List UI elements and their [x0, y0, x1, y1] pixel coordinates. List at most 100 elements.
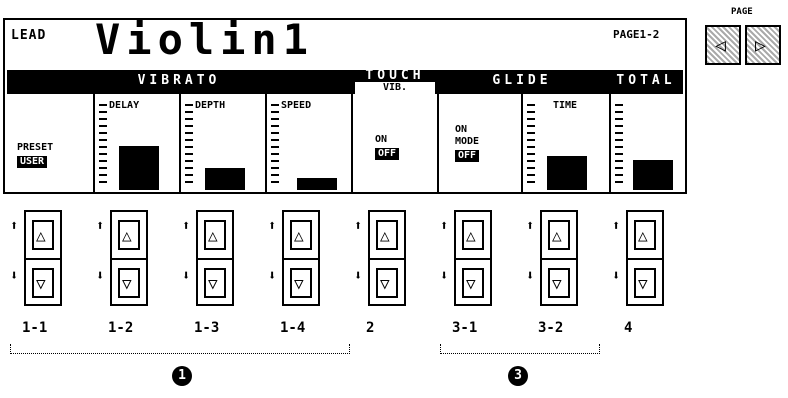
control-number-label: 4 [624, 320, 633, 336]
total-panel [609, 94, 685, 192]
vibrato-preset-panel: PRESET USER [7, 94, 93, 192]
up-button[interactable]: △ [634, 220, 656, 250]
control-divider [112, 258, 146, 260]
down-triangle-icon: ▽ [380, 274, 390, 293]
control-number-label: 2 [366, 320, 375, 336]
right-arrow-icon: ▷ [755, 35, 766, 56]
section-total: TOTAL [616, 73, 676, 88]
control-divider [26, 258, 60, 260]
down-triangle-icon: ▽ [638, 274, 648, 293]
up-button[interactable]: △ [462, 220, 484, 250]
up-triangle-icon: △ [122, 226, 132, 245]
glide-mode-value: OFF [455, 150, 480, 162]
up-arrow-icon: ⬆ [526, 218, 535, 234]
section-vibrato: VIBRATO [137, 73, 221, 88]
group1-bracket [10, 344, 350, 354]
control-button-4: ⬆ ⬇ △ ▽ [612, 210, 664, 306]
up-arrow-icon: ⬆ [182, 218, 191, 234]
speed-bar [297, 178, 337, 190]
down-button[interactable]: ▽ [548, 268, 570, 298]
up-button[interactable]: △ [548, 220, 570, 250]
up-triangle-icon: △ [638, 226, 648, 245]
page-caption: PAGE [731, 7, 753, 17]
glide-on-label: ON [455, 124, 468, 135]
down-arrow-icon: ⬇ [526, 268, 535, 284]
lead-label: LEAD [11, 28, 47, 43]
control-button-1-2: ⬆ ⬇ △ ▽ [96, 210, 148, 306]
down-triangle-icon: ▽ [466, 274, 476, 293]
group3-number: 3 [508, 366, 528, 386]
down-arrow-icon: ⬇ [268, 268, 277, 284]
control-number-label: 1-4 [280, 320, 306, 336]
up-button[interactable]: △ [204, 220, 226, 250]
up-triangle-icon: △ [36, 226, 46, 245]
up-arrow-icon: ⬆ [612, 218, 621, 234]
control-button-1-4: ⬆ ⬇ △ ▽ [268, 210, 320, 306]
total-bar [633, 160, 673, 190]
control-box: △ ▽ [282, 210, 320, 306]
up-button[interactable]: △ [376, 220, 398, 250]
page-buttons: PAGE ◁ ▷ [705, 7, 783, 67]
group3-bracket [440, 344, 600, 354]
up-button[interactable]: △ [118, 220, 140, 250]
down-button[interactable]: ▽ [376, 268, 398, 298]
down-arrow-icon: ⬇ [612, 268, 621, 284]
page-right-button[interactable]: ▷ [745, 25, 781, 65]
down-triangle-icon: ▽ [122, 274, 132, 293]
control-button-3-1: ⬆ ⬇ △ ▽ [440, 210, 492, 306]
up-button[interactable]: △ [290, 220, 312, 250]
control-button-2: ⬆ ⬇ △ ▽ [354, 210, 406, 306]
speed-scale [271, 104, 279, 186]
down-button[interactable]: ▽ [118, 268, 140, 298]
up-arrow-icon: ⬆ [268, 218, 277, 234]
up-button[interactable]: △ [32, 220, 54, 250]
down-arrow-icon: ⬇ [96, 268, 105, 284]
touch-on-label: ON [375, 134, 388, 145]
down-button[interactable]: ▽ [32, 268, 54, 298]
depth-scale [185, 104, 193, 186]
control-number-label: 1-3 [194, 320, 220, 336]
time-scale [527, 104, 535, 186]
control-box: △ ▽ [24, 210, 62, 306]
down-triangle-icon: ▽ [294, 274, 304, 293]
preset-value: USER [17, 156, 48, 168]
down-button[interactable]: ▽ [204, 268, 226, 298]
down-arrow-icon: ⬇ [354, 268, 363, 284]
glide-time-panel: TIME [521, 94, 609, 192]
up-arrow-icon: ⬆ [354, 218, 363, 234]
down-arrow-icon: ⬇ [10, 268, 19, 284]
up-triangle-icon: △ [466, 226, 476, 245]
touch-panel: ON OFF [351, 94, 437, 192]
left-arrow-icon: ◁ [715, 35, 726, 56]
glide-mode-panel: ON MODE OFF [437, 94, 521, 192]
speed-label: SPEED [281, 100, 312, 111]
down-triangle-icon: ▽ [36, 274, 46, 293]
page-indicator: PAGE1-2 [613, 28, 660, 41]
control-number-label: 1-1 [22, 320, 48, 336]
total-scale [615, 104, 623, 186]
down-button[interactable]: ▽ [290, 268, 312, 298]
touch-value: OFF [375, 148, 400, 160]
up-triangle-icon: △ [208, 226, 218, 245]
delay-label: DELAY [109, 100, 140, 111]
control-box: △ ▽ [626, 210, 664, 306]
control-box: △ ▽ [540, 210, 578, 306]
time-label: TIME [553, 100, 578, 111]
control-box: △ ▽ [196, 210, 234, 306]
voice-name: Violin1 [95, 15, 315, 64]
vibrato-depth-panel: DEPTH [179, 94, 265, 192]
group1-number: 1 [172, 366, 192, 386]
down-button[interactable]: ▽ [462, 268, 484, 298]
down-triangle-icon: ▽ [552, 274, 562, 293]
down-arrow-icon: ⬇ [440, 268, 449, 284]
control-number-label: 1-2 [108, 320, 134, 336]
page-left-button[interactable]: ◁ [705, 25, 741, 65]
section-glide: GLIDE [492, 73, 552, 88]
control-divider [198, 258, 232, 260]
control-box: △ ▽ [368, 210, 406, 306]
vibrato-speed-panel: SPEED [265, 94, 351, 192]
delay-bar [119, 146, 159, 190]
up-triangle-icon: △ [294, 226, 304, 245]
down-arrow-icon: ⬇ [182, 268, 191, 284]
down-button[interactable]: ▽ [634, 268, 656, 298]
